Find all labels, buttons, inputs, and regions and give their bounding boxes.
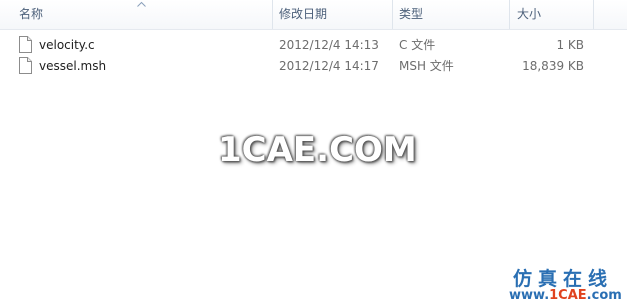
brand-url-suffix: .com bbox=[586, 288, 622, 303]
column-separator[interactable] bbox=[593, 0, 594, 29]
file-type: MSH 文件 bbox=[399, 59, 454, 73]
file-date-modified: 2012/12/4 14:13 bbox=[279, 38, 379, 52]
sort-up-arrow-icon bbox=[137, 1, 146, 7]
column-separator[interactable] bbox=[272, 0, 273, 29]
brand-url-prefix: www. bbox=[509, 288, 550, 303]
file-size: 1 KB bbox=[556, 38, 584, 52]
file-name: velocity.c bbox=[39, 38, 95, 52]
column-header-date-modified[interactable]: 修改日期 bbox=[279, 0, 327, 29]
file-row[interactable]: vessel.msh 2012/12/4 14:17 MSH 文件 18,839… bbox=[0, 56, 627, 76]
watermark-brand-cn: 仿真在线 bbox=[513, 268, 614, 290]
file-type: C 文件 bbox=[399, 38, 436, 52]
file-name: vessel.msh bbox=[39, 59, 107, 73]
file-date-modified: 2012/12/4 14:17 bbox=[279, 59, 379, 73]
watermark-center: 1CAE.COM bbox=[218, 130, 417, 170]
column-header-type[interactable]: 类型 bbox=[399, 0, 423, 29]
column-header-size[interactable]: 大小 bbox=[517, 0, 541, 29]
column-header-name[interactable]: 名称 bbox=[19, 0, 43, 29]
column-header-row: 名称 修改日期 类型 大小 bbox=[0, 0, 627, 30]
brand-url-accent: 1CAE bbox=[549, 288, 587, 303]
column-separator[interactable] bbox=[509, 0, 510, 29]
file-explorer-window: 名称 修改日期 类型 大小 velocity.c 2012/12/4 14:13… bbox=[0, 0, 627, 305]
file-size: 18,839 KB bbox=[522, 59, 584, 73]
file-icon bbox=[19, 36, 32, 53]
file-row[interactable]: velocity.c 2012/12/4 14:13 C 文件 1 KB bbox=[0, 35, 627, 55]
watermark-brand-url: www.1CAE.com bbox=[509, 288, 622, 303]
file-icon bbox=[19, 57, 32, 74]
column-separator[interactable] bbox=[392, 0, 393, 29]
